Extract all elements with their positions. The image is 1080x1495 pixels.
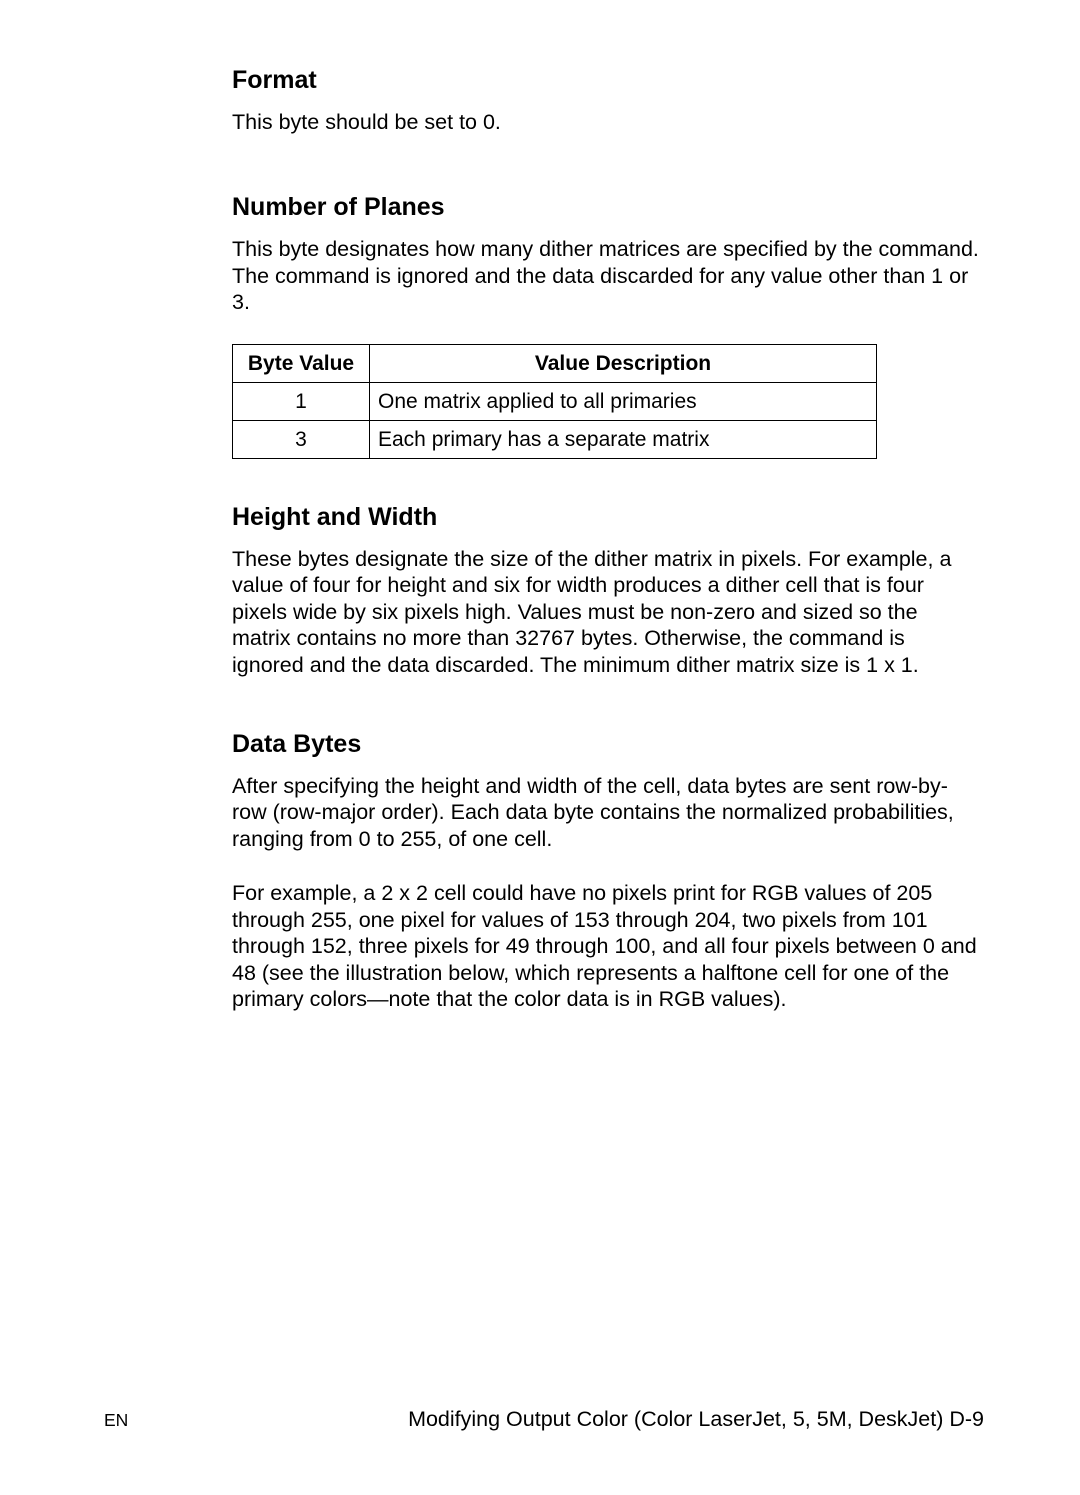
table-cell-desc: One matrix applied to all primaries bbox=[370, 382, 877, 420]
footer-left: EN bbox=[104, 1410, 128, 1431]
section-data-bytes: Data Bytes After specifying the height a… bbox=[232, 730, 982, 1013]
text-height-width: These bytes designate the size of the di… bbox=[232, 546, 982, 678]
table-cell-value: 1 bbox=[233, 382, 370, 420]
planes-table: Byte Value Value Description 1 One matri… bbox=[232, 344, 877, 459]
table-row: 3 Each primary has a separate matrix bbox=[233, 420, 877, 458]
section-format: Format This byte should be set to 0. bbox=[232, 66, 982, 135]
table-header-desc: Value Description bbox=[370, 344, 877, 382]
page-footer: EN Modifying Output Color (Color LaserJe… bbox=[0, 1407, 1080, 1432]
table-header-value: Byte Value bbox=[233, 344, 370, 382]
heading-height-width: Height and Width bbox=[232, 503, 982, 532]
heading-planes: Number of Planes bbox=[232, 193, 982, 222]
table-cell-value: 3 bbox=[233, 420, 370, 458]
text-format: This byte should be set to 0. bbox=[232, 109, 982, 135]
table-row: 1 One matrix applied to all primaries bbox=[233, 382, 877, 420]
text-data-bytes-1: After specifying the height and width of… bbox=[232, 773, 982, 852]
text-planes: This byte designates how many dither mat… bbox=[232, 236, 982, 315]
table-cell-desc: Each primary has a separate matrix bbox=[370, 420, 877, 458]
section-height-width: Height and Width These bytes designate t… bbox=[232, 503, 982, 678]
table-header-row: Byte Value Value Description bbox=[233, 344, 877, 382]
footer-right: Modifying Output Color (Color LaserJet, … bbox=[408, 1407, 984, 1432]
section-planes: Number of Planes This byte designates ho… bbox=[232, 193, 982, 458]
heading-format: Format bbox=[232, 66, 982, 95]
heading-data-bytes: Data Bytes bbox=[232, 730, 982, 759]
text-data-bytes-2: For example, a 2 x 2 cell could have no … bbox=[232, 880, 982, 1012]
